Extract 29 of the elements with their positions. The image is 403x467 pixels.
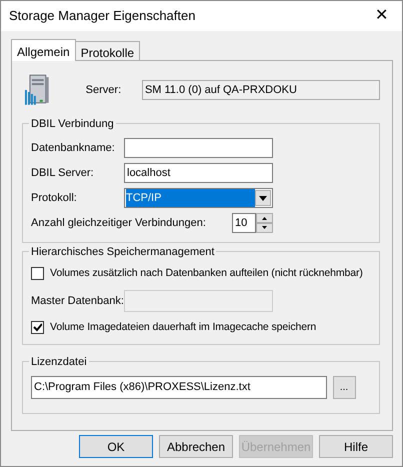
tab[interactable]: Allgemein <box>11 39 76 61</box>
close-button[interactable]: ✕ <box>369 8 394 24</box>
server-field: SM 11.0 (0) auf QA-PRXDOKU <box>142 80 380 100</box>
field-label: Master Datenbank: <box>31 294 124 308</box>
field-label: Protokoll: <box>31 190 78 206</box>
checkbox-label: Volumes zusätzlich nach Datenbanken aufteilen (nicht rücknehmbar) <box>50 266 363 281</box>
input-field[interactable] <box>124 138 273 158</box>
field-label: Datenbankname: <box>31 140 116 156</box>
license-path-field[interactable]: C:\Program Files (x86)\PROXESS\Lizenz.txt <box>31 376 327 399</box>
field-label: Anzahl gleichzeitiger Verbindungen: <box>31 216 206 231</box>
number-field[interactable]: 10 <box>232 213 256 233</box>
server-label: Server: <box>86 82 122 98</box>
server-icon <box>24 74 50 106</box>
dropdown[interactable]: TCP/IP <box>124 188 273 208</box>
spin-down-icon[interactable] <box>256 223 273 233</box>
checkbox[interactable] <box>31 267 44 280</box>
dialog-button[interactable]: Hilfe <box>319 435 393 458</box>
input-field[interactable]: localhost <box>124 163 273 183</box>
checkbox[interactable] <box>31 321 44 334</box>
group-title: DBIL Verbindung <box>29 116 116 132</box>
browse-button[interactable]: ... <box>332 376 356 399</box>
group-title: Hierarchisches Speichermanagement <box>29 244 216 260</box>
spin-up-icon[interactable] <box>256 213 273 223</box>
tab[interactable]: Protokolle <box>74 41 140 60</box>
window-title: Storage Manager Eigenschaften <box>9 7 196 26</box>
dialog-button[interactable]: Abbrechen <box>159 435 233 458</box>
checkbox-label: Volume Imagedateien dauerhaft im Imagecache speichern <box>50 320 316 335</box>
field-label: DBIL Server: <box>31 166 95 181</box>
dialog-button[interactable]: OK <box>79 435 153 458</box>
